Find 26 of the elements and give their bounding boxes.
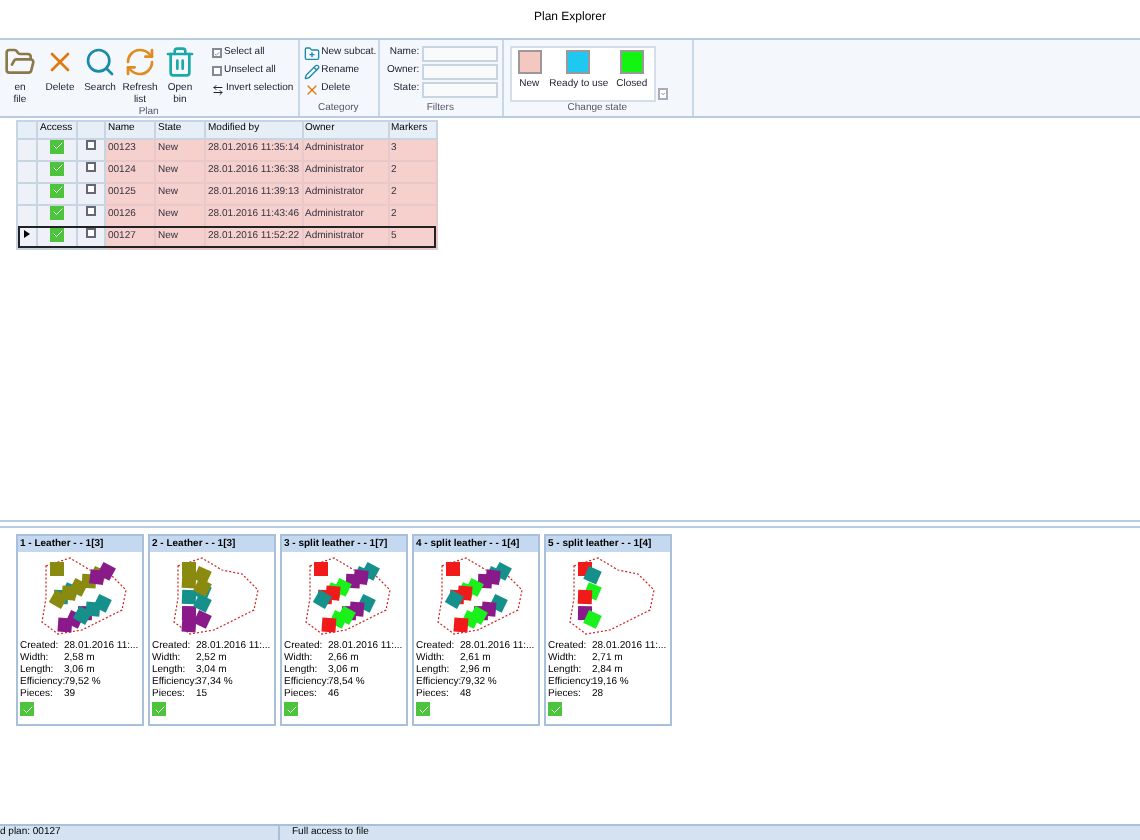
bin-icon: [164, 46, 196, 78]
folder-plus-icon: [303, 45, 320, 61]
checkbox[interactable]: [212, 48, 222, 58]
filter-input[interactable]: [421, 46, 498, 62]
refresh-icon: [124, 46, 156, 78]
checkbox[interactable]: [212, 66, 222, 76]
search-icon: [84, 46, 116, 78]
filter-input[interactable]: [421, 64, 498, 80]
access-check-icon: [416, 702, 430, 716]
gallery-scroll-button[interactable]: [657, 88, 668, 100]
row-checkbox[interactable]: [86, 140, 96, 151]
access-check-icon: [20, 702, 34, 716]
access-check-icon: [50, 227, 64, 241]
folder-icon: [4, 46, 36, 78]
current-row-icon: [24, 229, 30, 238]
access-check-icon: [284, 702, 298, 716]
swap-icon: [212, 83, 224, 95]
row-checkbox[interactable]: [86, 184, 96, 195]
row-checkbox[interactable]: [86, 228, 96, 239]
filter-input[interactable]: [421, 82, 498, 98]
access-check-icon: [152, 702, 166, 716]
row-checkbox[interactable]: [86, 206, 96, 217]
row-checkbox[interactable]: [86, 162, 96, 173]
pencil-icon: [303, 63, 320, 79]
delete-icon: [303, 81, 320, 97]
access-check-icon: [548, 702, 562, 716]
